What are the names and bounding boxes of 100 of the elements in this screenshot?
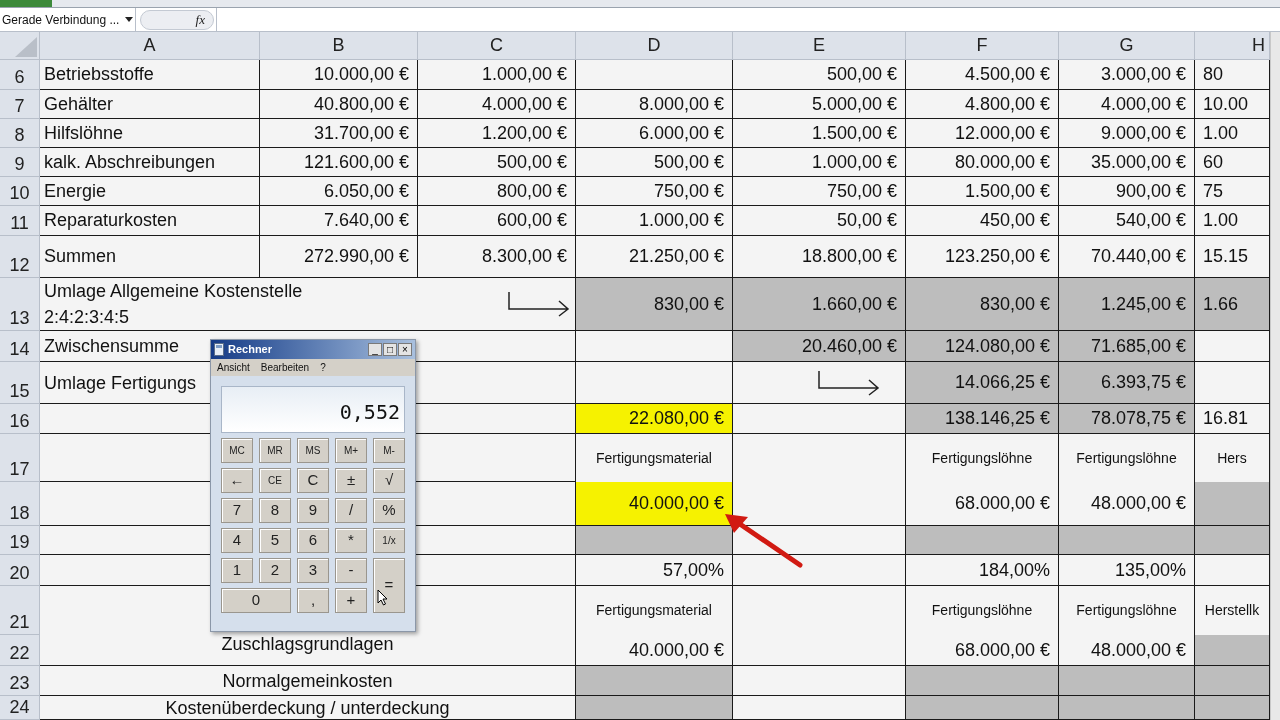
row-header[interactable]: 22 [0,635,40,666]
calculator-key[interactable]: + [335,588,367,613]
function-button[interactable]: fx [140,9,214,30]
table-cell: 8.300,00 € [418,236,576,278]
table-cell: 1.66 [1195,278,1270,331]
row-header[interactable]: 19 [0,526,40,555]
table-cell: 40.000,00 € [576,635,733,666]
row-header[interactable]: 21 [0,586,40,635]
row-header[interactable]: 11 [0,206,40,236]
calculator-key[interactable]: - [335,558,367,583]
window-control-button[interactable]: □ [383,343,397,356]
calculator-key[interactable]: √ [373,468,405,493]
row-header[interactable]: 13 [0,278,40,331]
column-header[interactable]: D [576,32,733,60]
table-cell: Hilfslöhne [40,119,260,148]
row-header[interactable]: 15 [0,362,40,404]
calculator-key[interactable]: 3 [297,558,329,583]
row-header[interactable]: 8 [0,119,40,148]
calculator-key[interactable]: = [373,558,405,613]
table-cell: 68.000,00 € [906,635,1059,666]
table-cell: 4.500,00 € [906,60,1059,90]
column-header[interactable]: E [733,32,906,60]
table-cell: 80 [1195,60,1270,90]
row-header[interactable]: 18 [0,482,40,526]
calculator-key[interactable]: / [335,498,367,523]
calculator-key[interactable]: 1 [221,558,253,583]
row-label: Umlage Allgemeine Kostenstelle 2:4:2:3:4:5 [44,280,303,329]
calculator-key[interactable]: ± [335,468,367,493]
table-cell: 4.800,00 € [906,90,1059,119]
row-header[interactable]: 9 [0,148,40,177]
column-header[interactable]: A [40,32,260,60]
table-cell: 68.000,00 € [906,482,1059,526]
calculator-key[interactable]: 6 [297,528,329,553]
window-control-button[interactable]: × [398,343,412,356]
table-cell: 21.250,00 € [576,236,733,278]
calculator-key[interactable]: 0 [221,588,291,613]
table-cell: 450,00 € [906,206,1059,236]
table-cell: 12.000,00 € [906,119,1059,148]
table-cell: 70.440,00 € [1059,236,1195,278]
table-cell: 40.800,00 € [260,90,418,119]
calculator-key[interactable]: C [297,468,329,493]
menu-item[interactable]: Bearbeiten [260,360,310,375]
calculator-key[interactable]: MR [259,438,291,463]
column-header[interactable]: F [906,32,1059,60]
column-header[interactable]: B [260,32,418,60]
calculator-key[interactable]: ← [221,468,253,493]
file-tab[interactable] [0,0,52,7]
calculator-key[interactable]: 1/x [373,528,405,553]
calculator-key[interactable]: * [335,528,367,553]
calculator-key[interactable]: 5 [259,528,291,553]
name-box[interactable]: Gerade Verbindung ... [0,8,136,31]
table-cell: 1.00 [1195,119,1270,148]
row-header[interactable]: 23 [0,666,40,696]
menu-item[interactable]: ? [320,360,326,375]
row-header[interactable]: 7 [0,90,40,119]
row-label: Normalgemeinkosten [222,669,393,693]
calculator-key[interactable]: MS [297,438,329,463]
table-cell: 1.00 [1195,206,1270,236]
column-header[interactable]: G [1059,32,1195,60]
table-cell: 7.640,00 € [260,206,418,236]
row-header[interactable]: 20 [0,555,40,586]
window-title: Rechner [228,342,273,358]
column-header[interactable]: C [418,32,576,60]
table-cell: 750,00 € [733,177,906,206]
table-cell: 1.500,00 € [906,177,1059,206]
row-header[interactable]: 17 [0,434,40,482]
calculator-key[interactable]: , [297,588,329,613]
table-cell: 500,00 € [576,148,733,177]
calculator-key[interactable]: M+ [335,438,367,463]
row-header[interactable]: 14 [0,331,40,362]
select-all-corner[interactable] [0,32,40,60]
column-header[interactable]: H [1195,32,1270,60]
vertical-scrollbar[interactable] [1270,32,1280,720]
calculator-key[interactable]: M- [373,438,405,463]
table-cell: 1.000,00 € [733,148,906,177]
table-cell: 3.000,00 € [1059,60,1195,90]
table-cell: 1.200,00 € [418,119,576,148]
row-header[interactable]: 16 [0,404,40,434]
calculator-display: 0,552 [221,386,405,433]
table-cell: 1.500,00 € [733,119,906,148]
calculator-key[interactable]: CE [259,468,291,493]
row-header[interactable]: 6 [0,60,40,90]
calculator-key[interactable]: 2 [259,558,291,583]
calculator-key[interactable]: 7 [221,498,253,523]
table-cell: Gehälter [40,90,260,119]
calculator-key[interactable]: 4 [221,528,253,553]
calculator-key[interactable]: 8 [259,498,291,523]
table-cell: 8.000,00 € [576,90,733,119]
window-control-button[interactable]: _ [368,343,382,356]
table-cell: 500,00 € [418,148,576,177]
row-header[interactable]: 12 [0,236,40,278]
calculator-key[interactable]: % [373,498,405,523]
row-header[interactable]: 24 [0,696,40,720]
table-cell: 71.685,00 € [1059,331,1195,362]
table-cell: 75 [1195,177,1270,206]
table-cell: 124.080,00 € [906,331,1059,362]
calculator-key[interactable]: MC [221,438,253,463]
row-header[interactable]: 10 [0,177,40,206]
menu-item[interactable]: Ansicht [217,360,250,375]
calculator-key[interactable]: 9 [297,498,329,523]
